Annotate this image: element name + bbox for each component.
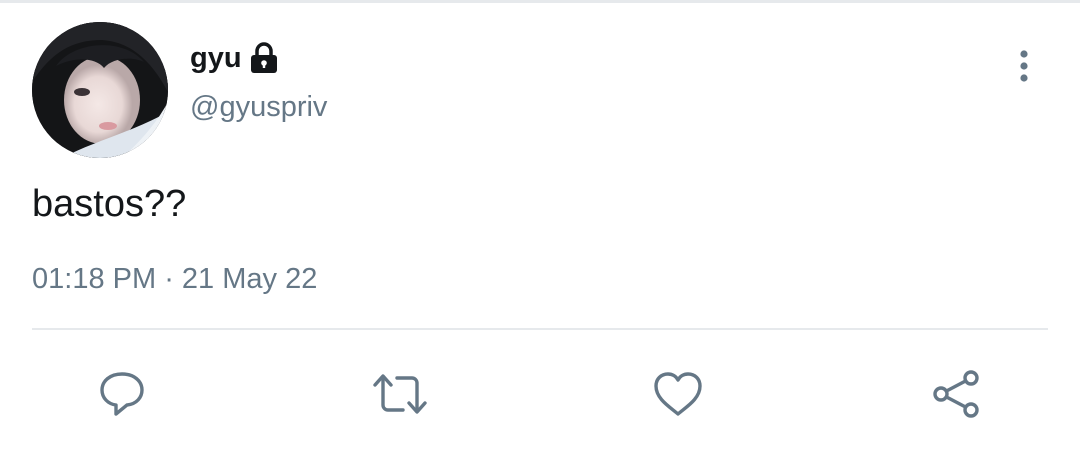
share-button[interactable] xyxy=(926,364,986,424)
retweet-button[interactable] xyxy=(370,364,430,424)
lock-icon xyxy=(248,41,280,75)
vertical-dots-icon xyxy=(1020,50,1028,82)
top-border xyxy=(0,0,1080,3)
tweet-timestamp: 01:18 PM · 21 May 22 xyxy=(32,262,317,297)
tweet-date: 21 May 22 xyxy=(181,263,318,295)
reply-button[interactable] xyxy=(92,364,152,424)
tweet-time: 01:18 PM xyxy=(32,263,157,295)
more-options-button[interactable] xyxy=(1004,44,1044,88)
tweet-text: bastos?? xyxy=(32,183,187,225)
avatar-photo xyxy=(32,22,168,158)
display-name[interactable]: gyu xyxy=(190,43,242,73)
retweet-icon xyxy=(373,374,427,414)
avatar[interactable] xyxy=(32,22,168,158)
author-name-row[interactable]: gyu xyxy=(190,36,280,80)
share-icon xyxy=(933,370,979,418)
meta-separator: · xyxy=(156,263,182,295)
heart-icon xyxy=(654,372,702,416)
comment-bubble-icon xyxy=(100,372,144,416)
divider xyxy=(32,328,1048,330)
like-button[interactable] xyxy=(648,364,708,424)
author-handle[interactable]: @gyuspriv xyxy=(190,91,327,124)
